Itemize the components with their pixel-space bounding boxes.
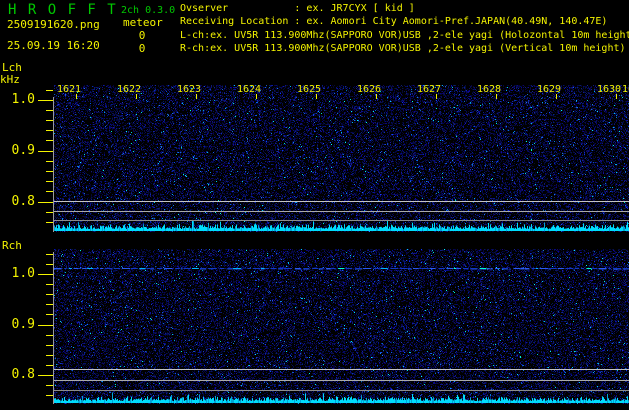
y-minor-tick — [46, 130, 53, 131]
rch-axis-label: Rch — [2, 239, 22, 252]
y-minor-tick — [46, 294, 53, 295]
location-info-line: Receiving Location : ex. Aomori City Aom… — [180, 16, 608, 27]
khz-unit-label: kHz — [0, 73, 20, 86]
y-major-tick — [38, 274, 53, 275]
y-minor-tick — [46, 264, 53, 265]
y-tick-label: 0.8 — [11, 367, 35, 382]
y-major-tick — [38, 100, 53, 101]
mode-label: meteor — [123, 16, 163, 29]
version-label: 2ch 0.3.0 — [121, 5, 176, 16]
y-minor-tick — [46, 120, 53, 121]
hrofft-screen: H R O F F T 2ch 0.3.0 2509191620.png met… — [0, 0, 629, 410]
y-minor-tick — [46, 355, 53, 356]
rch-meteor-count: 0 — [138, 42, 146, 55]
y-minor-tick — [46, 140, 53, 141]
y-major-tick — [38, 375, 53, 376]
lch-axis-line — [53, 97, 54, 232]
y-minor-tick — [46, 171, 53, 172]
y-minor-tick — [46, 254, 53, 255]
y-minor-tick — [46, 212, 53, 213]
y-minor-tick — [46, 335, 53, 336]
y-tick-label: 0.8 — [11, 194, 35, 209]
y-minor-tick — [46, 181, 53, 182]
y-major-tick — [38, 202, 53, 203]
y-minor-tick — [46, 191, 53, 192]
observer-info-line: Ovserver : ex. JR7CYX [ kid ] — [180, 3, 415, 14]
y-tick-label: 1.0 — [11, 266, 35, 281]
filename-label: 2509191620.png — [7, 18, 100, 31]
y-tick-label: 1.0 — [11, 92, 35, 107]
y-major-tick — [38, 151, 53, 152]
y-major-tick — [38, 325, 53, 326]
y-minor-tick — [46, 385, 53, 386]
rch-axis-line — [53, 252, 54, 404]
y-minor-tick — [46, 222, 53, 223]
lch-spectrogram — [54, 85, 629, 232]
lch-info-line: L-ch:ex. UV5R 113.900Mhz(SAPPORO VOR)USB… — [180, 30, 629, 41]
datetime-label: 25.09.19 16:20 — [7, 39, 100, 52]
y-minor-tick — [46, 314, 53, 315]
y-minor-tick — [46, 90, 53, 91]
rch-spectrogram — [54, 247, 629, 404]
rch-info-line: R-ch:ex. UV5R 113.900Mhz(SAPPORO VOR)USB… — [180, 43, 626, 54]
app-title: H R O F F T — [8, 2, 118, 18]
y-minor-tick — [46, 304, 53, 305]
y-tick-label: 0.9 — [11, 317, 35, 332]
y-minor-tick — [46, 395, 53, 396]
y-minor-tick — [46, 161, 53, 162]
y-minor-tick — [46, 284, 53, 285]
y-minor-tick — [46, 345, 53, 346]
y-minor-tick — [46, 110, 53, 111]
y-tick-label: 0.9 — [11, 143, 35, 158]
lch-meteor-count: 0 — [138, 29, 146, 42]
y-minor-tick — [46, 365, 53, 366]
